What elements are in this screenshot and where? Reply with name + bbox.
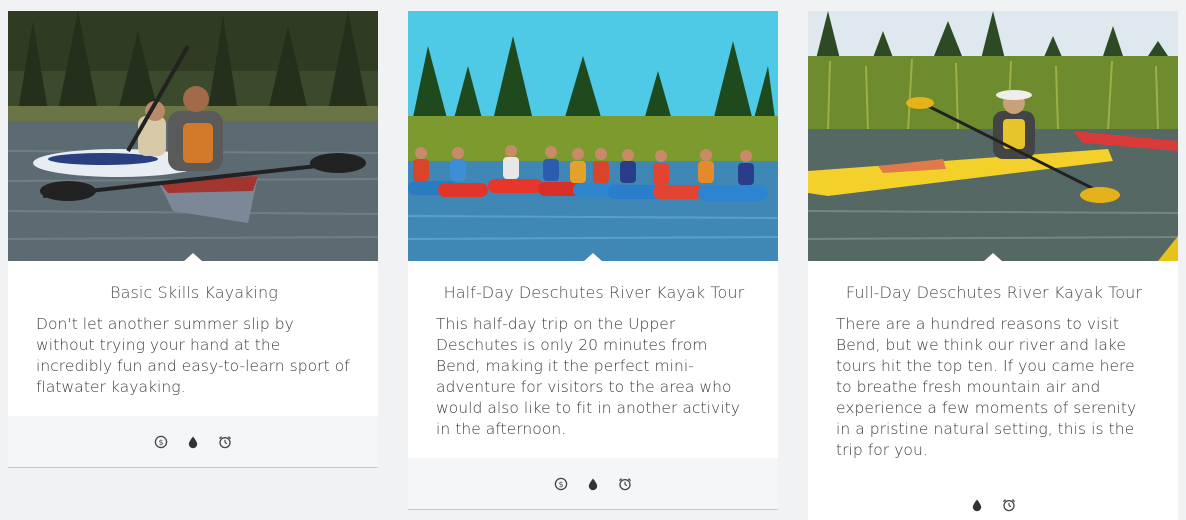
tour-card-footer: $ [8,416,378,468]
photo-pointer-notch [983,253,1003,261]
tour-description: This half-day trip on the Upper Deschute… [436,315,740,438]
photo-pointer-notch [583,253,603,261]
tour-description: There are a hundred reasons to visit Ben… [836,315,1137,459]
tour-title[interactable]: Full-Day Deschutes River Kayak Tour [836,281,1152,305]
tour-card-footer: $ [408,458,778,510]
tour-title[interactable]: Half-Day Deschutes River Kayak Tour [436,281,752,305]
tour-card-half-day[interactable]: Half-Day Deschutes River Kayak Tour This… [408,11,778,510]
tour-card-footer [808,479,1178,520]
alarm-clock-icon[interactable] [618,477,632,491]
tour-card-full-day[interactable]: Full-Day Deschutes River Kayak Tour Ther… [808,11,1178,520]
dollar-icon[interactable]: $ [154,435,168,449]
tour-cards-grid: Basic Skills Kayaking Don't let another … [0,0,1186,520]
svg-text:$: $ [159,437,164,446]
photo-pointer-notch [183,253,203,261]
tour-title[interactable]: Basic Skills Kayaking [36,281,352,305]
tour-card-body: Full-Day Deschutes River Kayak Tour Ther… [808,261,1178,479]
alarm-clock-icon[interactable] [1002,498,1016,512]
dollar-icon[interactable]: $ [554,477,568,491]
svg-text:$: $ [559,479,564,488]
tour-photo-full-day[interactable] [808,11,1178,261]
water-drop-icon[interactable] [186,435,200,449]
water-drop-icon[interactable] [970,498,984,512]
tour-card-basic-skills[interactable]: Basic Skills Kayaking Don't let another … [8,11,378,468]
tour-photo-half-day[interactable] [408,11,778,261]
tour-description: Don't let another summer slip by without… [36,315,350,396]
alarm-clock-icon[interactable] [218,435,232,449]
tour-card-body: Basic Skills Kayaking Don't let another … [8,261,378,416]
water-drop-icon[interactable] [586,477,600,491]
tour-card-body: Half-Day Deschutes River Kayak Tour This… [408,261,778,458]
tour-photo-basic-skills[interactable] [8,11,378,261]
